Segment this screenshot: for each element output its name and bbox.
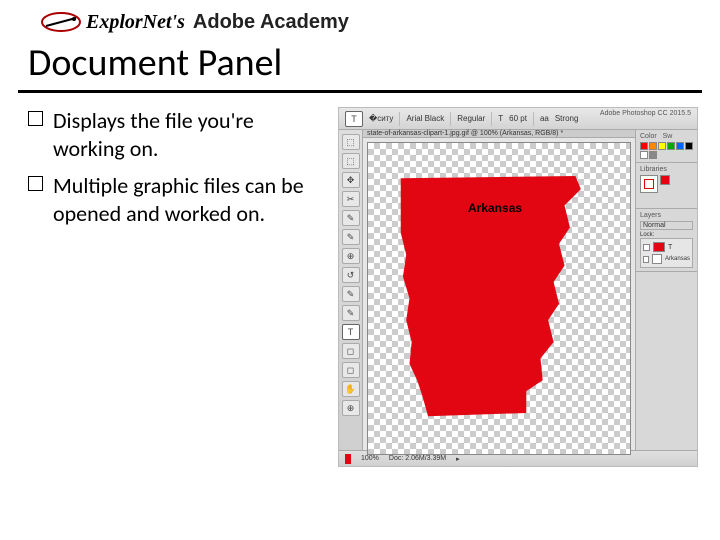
- move-tool[interactable]: ⬚: [342, 134, 360, 150]
- canvas-text-layer[interactable]: Arkansas: [468, 201, 522, 215]
- brand-name-2: Adobe Academy: [193, 11, 349, 34]
- swatch[interactable]: [685, 142, 693, 150]
- brush-tool[interactable]: ✎: [342, 229, 360, 245]
- zoom-level[interactable]: 100%: [361, 455, 379, 462]
- swatches-tab[interactable]: Sw: [663, 133, 673, 140]
- stamp-tool[interactable]: ⊕: [342, 248, 360, 264]
- document-canvas[interactable]: Arkansas: [367, 142, 631, 455]
- right-panels: Color Sw Libraries: [635, 130, 697, 450]
- visibility-icon[interactable]: [643, 244, 650, 251]
- history-brush-tool[interactable]: ↺: [342, 267, 360, 283]
- checkbox-icon: [28, 176, 43, 191]
- swatch[interactable]: [649, 142, 657, 150]
- layer-name: Arkansas: [665, 256, 690, 262]
- eraser-tool[interactable]: ✎: [342, 286, 360, 302]
- shape-tool[interactable]: ◻: [342, 343, 360, 359]
- photoshop-titlebar: Adobe Photoshop CC 2015.5: [337, 107, 697, 119]
- eyedropper-tool[interactable]: ✎: [342, 210, 360, 226]
- swatch[interactable]: [640, 151, 648, 159]
- swatch[interactable]: [640, 142, 648, 150]
- doc-info: Doc: 2.06M/3.39M: [389, 455, 446, 462]
- bullet-list: Displays the file you're working on. Mul…: [28, 107, 328, 467]
- layer-row[interactable]: Arkansas: [643, 253, 690, 265]
- swatch[interactable]: [649, 151, 657, 159]
- layer-thumb: [652, 254, 662, 264]
- layer-name: T: [668, 244, 672, 251]
- foreground-swatch[interactable]: [345, 454, 351, 464]
- bullet-text: Displays the file you're working on.: [53, 107, 328, 162]
- photoshop-screenshot: Adobe Photoshop CC 2015.5 T �ситу Arial …: [338, 107, 698, 467]
- brand-name-1: ExplorNet's: [86, 11, 185, 34]
- layers-panel: Layers Normal Lock: T Arkansas: [636, 209, 697, 272]
- crop-tool[interactable]: ✂: [342, 191, 360, 207]
- tools-panel: ⬚ ⬚ ✥ ✂ ✎ ✎ ⊕ ↺ ✎ ✎ T ◻ ◻ ✋ ⊕: [339, 130, 363, 450]
- arkansas-shape: [368, 143, 630, 454]
- zoom-tool[interactable]: ⊕: [342, 400, 360, 416]
- swatch[interactable]: [658, 142, 666, 150]
- lasso-tool[interactable]: ✥: [342, 172, 360, 188]
- layer-thumb: [653, 242, 665, 252]
- bullet-text: Multiple graphic files can be opened and…: [53, 172, 328, 227]
- hand-tool[interactable]: ✋: [342, 381, 360, 397]
- libraries-panel-title: Libraries: [640, 166, 693, 173]
- slide-title: Document Panel: [0, 34, 720, 90]
- pen-tool[interactable]: ✎: [342, 305, 360, 321]
- document-tab-label: state-of-arkansas-clipart-1.jpg.gif @ 10…: [367, 130, 563, 137]
- app-title: Adobe Photoshop CC 2015.5: [600, 110, 691, 117]
- document-tab[interactable]: state-of-arkansas-clipart-1.jpg.gif @ 10…: [363, 130, 635, 138]
- type-tool[interactable]: T: [342, 324, 360, 340]
- library-swatch[interactable]: [660, 175, 670, 185]
- swatch[interactable]: [676, 142, 684, 150]
- libraries-panel: Libraries: [636, 163, 697, 209]
- visibility-icon[interactable]: [643, 256, 649, 263]
- marquee-tool[interactable]: ⬚: [342, 153, 360, 169]
- color-panel: Color Sw: [636, 130, 697, 163]
- color-panel-title: Color: [640, 133, 657, 140]
- swatch[interactable]: [667, 142, 675, 150]
- layers-panel-title: Layers: [640, 212, 693, 219]
- checkbox-icon: [28, 111, 43, 126]
- brand-logo-mark: [40, 10, 82, 34]
- rectangle-tool[interactable]: ◻: [342, 362, 360, 378]
- bullet-item: Multiple graphic files can be opened and…: [28, 172, 328, 227]
- bullet-item: Displays the file you're working on.: [28, 107, 328, 162]
- brand-header: ExplorNet's Adobe Academy: [0, 0, 720, 34]
- layer-row[interactable]: T: [643, 241, 690, 253]
- swatches-grid: [640, 142, 693, 159]
- blend-mode-select[interactable]: Normal: [640, 221, 693, 230]
